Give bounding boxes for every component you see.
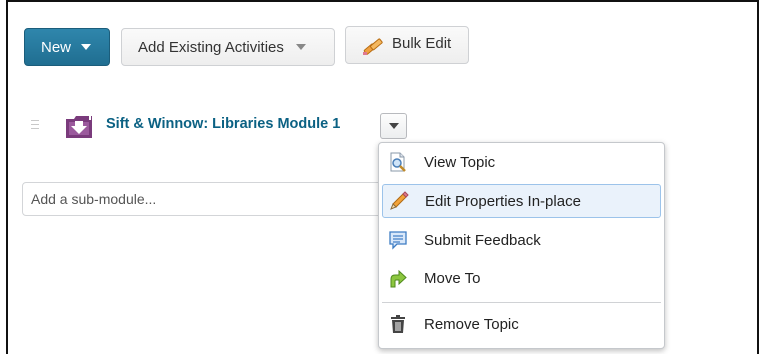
bulk-edit-label: Bulk Edit xyxy=(392,35,452,52)
menu-item-label: Edit Properties In-place xyxy=(425,192,581,210)
add-existing-activities-button[interactable]: Add Existing Activities xyxy=(121,28,335,66)
module-actions-menu: View Topic Edit Properties In-place Subm… xyxy=(378,142,665,349)
feedback-icon xyxy=(389,231,407,250)
new-button-label: New xyxy=(41,38,72,56)
menu-divider xyxy=(382,302,661,303)
chevron-down-icon xyxy=(295,44,306,50)
menu-item-edit-properties[interactable]: Edit Properties In-place xyxy=(382,184,661,218)
add-existing-label: Add Existing Activities xyxy=(138,38,284,56)
chevron-down-icon xyxy=(388,123,399,129)
menu-item-view-topic[interactable]: View Topic xyxy=(382,145,661,179)
menu-item-submit-feedback[interactable]: Submit Feedback xyxy=(382,223,661,257)
drag-handle-icon[interactable] xyxy=(31,120,39,132)
bulk-edit-button[interactable]: Bulk Edit xyxy=(345,26,469,64)
menu-item-label: Move To xyxy=(424,269,481,287)
module-actions-dropdown[interactable] xyxy=(380,113,407,139)
add-sub-module-input[interactable] xyxy=(22,182,422,216)
move-arrow-icon xyxy=(390,269,407,288)
pencil-icon xyxy=(390,191,409,210)
chevron-down-icon xyxy=(81,44,92,50)
menu-item-label: View Topic xyxy=(424,153,496,171)
module-title-link[interactable]: Sift & Winnow: Libraries Module 1 xyxy=(106,116,340,132)
trash-icon xyxy=(391,315,405,333)
new-button[interactable]: New xyxy=(24,28,110,66)
menu-item-label: Submit Feedback xyxy=(424,231,541,249)
bulk-edit-icon xyxy=(363,38,383,55)
menu-item-move-to[interactable]: Move To xyxy=(382,261,661,295)
view-topic-icon xyxy=(390,152,406,172)
module-icon xyxy=(66,114,92,138)
menu-item-remove-topic[interactable]: Remove Topic xyxy=(382,307,661,341)
menu-item-label: Remove Topic xyxy=(424,315,519,333)
